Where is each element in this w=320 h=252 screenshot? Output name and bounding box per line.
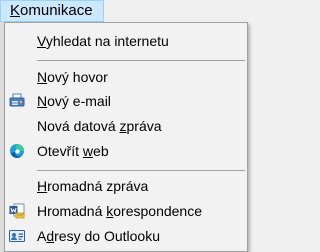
background-window: [248, 0, 259, 252]
menu-item-label: Nový hovor: [37, 69, 108, 85]
menu-item-novy-hovor[interactable]: Nový hovor: [5, 66, 247, 88]
menu-item-hromadna-zprava[interactable]: Hromadná zpráva: [5, 175, 247, 197]
menu-item-label: Otevřít web: [37, 143, 109, 159]
word-mailmerge-icon: [9, 203, 25, 219]
menu-screen: Komunikace Vyhledat na internetu Nový ho…: [0, 0, 259, 252]
menu-item-label: Hromadná zpráva: [37, 178, 149, 194]
menu-komunikace-label: omunikace: [20, 2, 93, 19]
menu-item-vyhledat-na-internetu[interactable]: Vyhledat na internetu: [5, 30, 247, 52]
menu-item-label: Adresy do Outlooku: [37, 228, 160, 244]
menu-separator: [37, 170, 245, 171]
menu-item-label: Nová datová zpráva: [37, 118, 162, 134]
menu-item-otevrit-web[interactable]: Otevřít web: [5, 140, 247, 162]
komunikace-dropdown: Vyhledat na internetu Nový hovor Nový e-…: [4, 22, 248, 252]
menu-item-label: Nový e-mail: [37, 93, 111, 109]
edge-browser-icon: [9, 143, 25, 159]
contact-card-icon: [9, 228, 25, 244]
fax-printer-icon: [9, 93, 25, 109]
menu-separator: [37, 60, 245, 61]
menu-komunikace[interactable]: Komunikace: [0, 0, 104, 22]
menu-komunikace-accel: K: [10, 2, 21, 19]
menu-item-nova-datova-zprava[interactable]: Nová datová zpráva: [5, 115, 247, 137]
menu-item-novy-email[interactable]: Nový e-mail: [5, 90, 247, 112]
menu-item-label: Vyhledat na internetu: [37, 33, 169, 49]
menu-item-adresy-do-outlooku[interactable]: Adresy do Outlooku: [5, 225, 247, 247]
menu-item-label: Hromadná korespondence: [37, 203, 203, 219]
menu-item-hromadna-korespondence[interactable]: Hromadná korespondence: [5, 200, 247, 222]
